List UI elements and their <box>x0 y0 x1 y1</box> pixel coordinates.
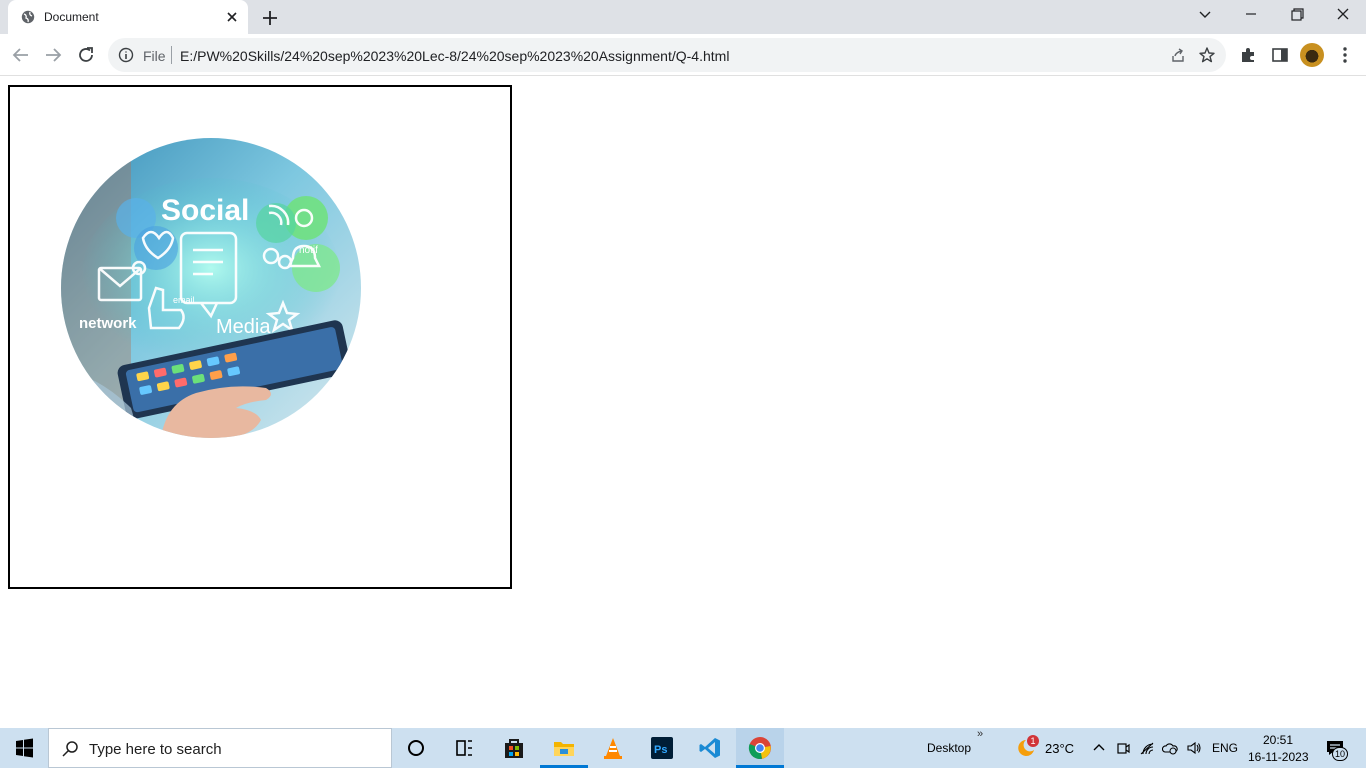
clock-date: 16-11-2023 <box>1248 750 1309 764</box>
onedrive-sync-icon[interactable] <box>1162 740 1178 756</box>
image-text-media: Media <box>216 316 271 338</box>
social-media-image: Social Media network email notif <box>61 138 361 438</box>
new-tab-icon[interactable] <box>260 8 280 28</box>
microsoft-store-button[interactable] <box>490 728 538 768</box>
tab-document[interactable]: Document <box>8 0 248 34</box>
show-hidden-icons-chevron-icon[interactable] <box>1091 740 1107 756</box>
image-text-email: email <box>173 295 195 305</box>
windows-taskbar: Type here to search Ps Desktop » 1 23°C … <box>0 728 1366 768</box>
info-icon[interactable] <box>118 47 134 63</box>
photoshop-icon: Ps <box>651 737 673 759</box>
photoshop-button[interactable]: Ps <box>638 728 686 768</box>
bordered-box: Social Media network email notif <box>8 85 512 589</box>
wifi-icon[interactable] <box>1139 740 1155 756</box>
chrome-icon <box>748 737 771 760</box>
menu-kebab-icon[interactable] <box>1334 44 1356 66</box>
notification-count-badge: 10 <box>1332 747 1348 761</box>
vscode-button[interactable] <box>686 728 734 768</box>
folder-icon <box>554 742 574 756</box>
vlc-cone-icon <box>604 738 622 759</box>
weather-temperature[interactable]: 23°C <box>1045 741 1074 756</box>
cortana-circle-icon <box>408 740 424 756</box>
search-placeholder: Type here to search <box>89 741 222 758</box>
desktop-toolbar-label[interactable]: Desktop <box>927 741 971 755</box>
svg-text:Ps: Ps <box>654 744 667 756</box>
restore-icon[interactable] <box>1283 4 1311 26</box>
close-window-icon[interactable] <box>1329 4 1357 26</box>
cortana-button[interactable] <box>392 728 440 768</box>
weather-badge: 1 <box>1027 735 1039 747</box>
bookmark-star-icon[interactable] <box>1198 46 1216 64</box>
close-tab-icon[interactable] <box>224 9 240 25</box>
forward-icon[interactable] <box>42 44 64 66</box>
browser-toolbar: File E:/PW%20Skills/24%20sep%2023%20Lec-… <box>0 34 1366 76</box>
task-view-icon <box>456 740 472 756</box>
vscode-icon <box>699 738 720 758</box>
image-text-notif: notif <box>299 245 318 256</box>
side-panel-icon[interactable] <box>1269 44 1291 66</box>
language-indicator[interactable]: ENG <box>1212 741 1238 755</box>
windows-logo-icon <box>16 738 33 758</box>
vlc-button[interactable] <box>589 728 637 768</box>
profile-avatar[interactable] <box>1300 43 1324 67</box>
meet-now-icon[interactable] <box>1115 740 1131 756</box>
task-view-button[interactable] <box>440 728 488 768</box>
tab-strip: Document <box>0 0 1366 34</box>
url-text[interactable]: E:/PW%20Skills/24%20sep%2023%20Lec-8/24%… <box>180 48 729 64</box>
minimize-icon[interactable] <box>1237 4 1265 26</box>
volume-icon[interactable] <box>1186 740 1202 756</box>
page-viewport: Social Media network email notif <box>0 77 1366 728</box>
tab-search-icon[interactable] <box>1191 4 1219 26</box>
image-text-network: network <box>79 315 137 332</box>
taskbar-search[interactable]: Type here to search <box>48 728 392 768</box>
image-text-social: Social <box>161 194 249 227</box>
toolbar-chevron-icon[interactable]: » <box>977 728 983 740</box>
tab-title: Document <box>44 10 99 24</box>
extensions-icon[interactable] <box>1237 44 1259 66</box>
url-separator <box>171 46 172 64</box>
share-icon[interactable] <box>1170 47 1186 63</box>
chrome-button[interactable] <box>736 728 784 768</box>
search-icon <box>62 741 78 757</box>
store-bag-icon <box>505 739 523 758</box>
clock[interactable]: 20:51 16-11-2023 <box>1245 731 1311 765</box>
back-icon[interactable] <box>10 44 32 66</box>
reload-icon[interactable] <box>75 44 97 66</box>
address-bar[interactable]: File E:/PW%20Skills/24%20sep%2023%20Lec-… <box>108 38 1226 72</box>
url-scheme-label: File <box>143 48 166 64</box>
file-explorer-button[interactable] <box>540 728 588 768</box>
clock-time: 20:51 <box>1263 733 1294 747</box>
start-button[interactable] <box>0 728 48 768</box>
globe-icon <box>21 10 35 24</box>
